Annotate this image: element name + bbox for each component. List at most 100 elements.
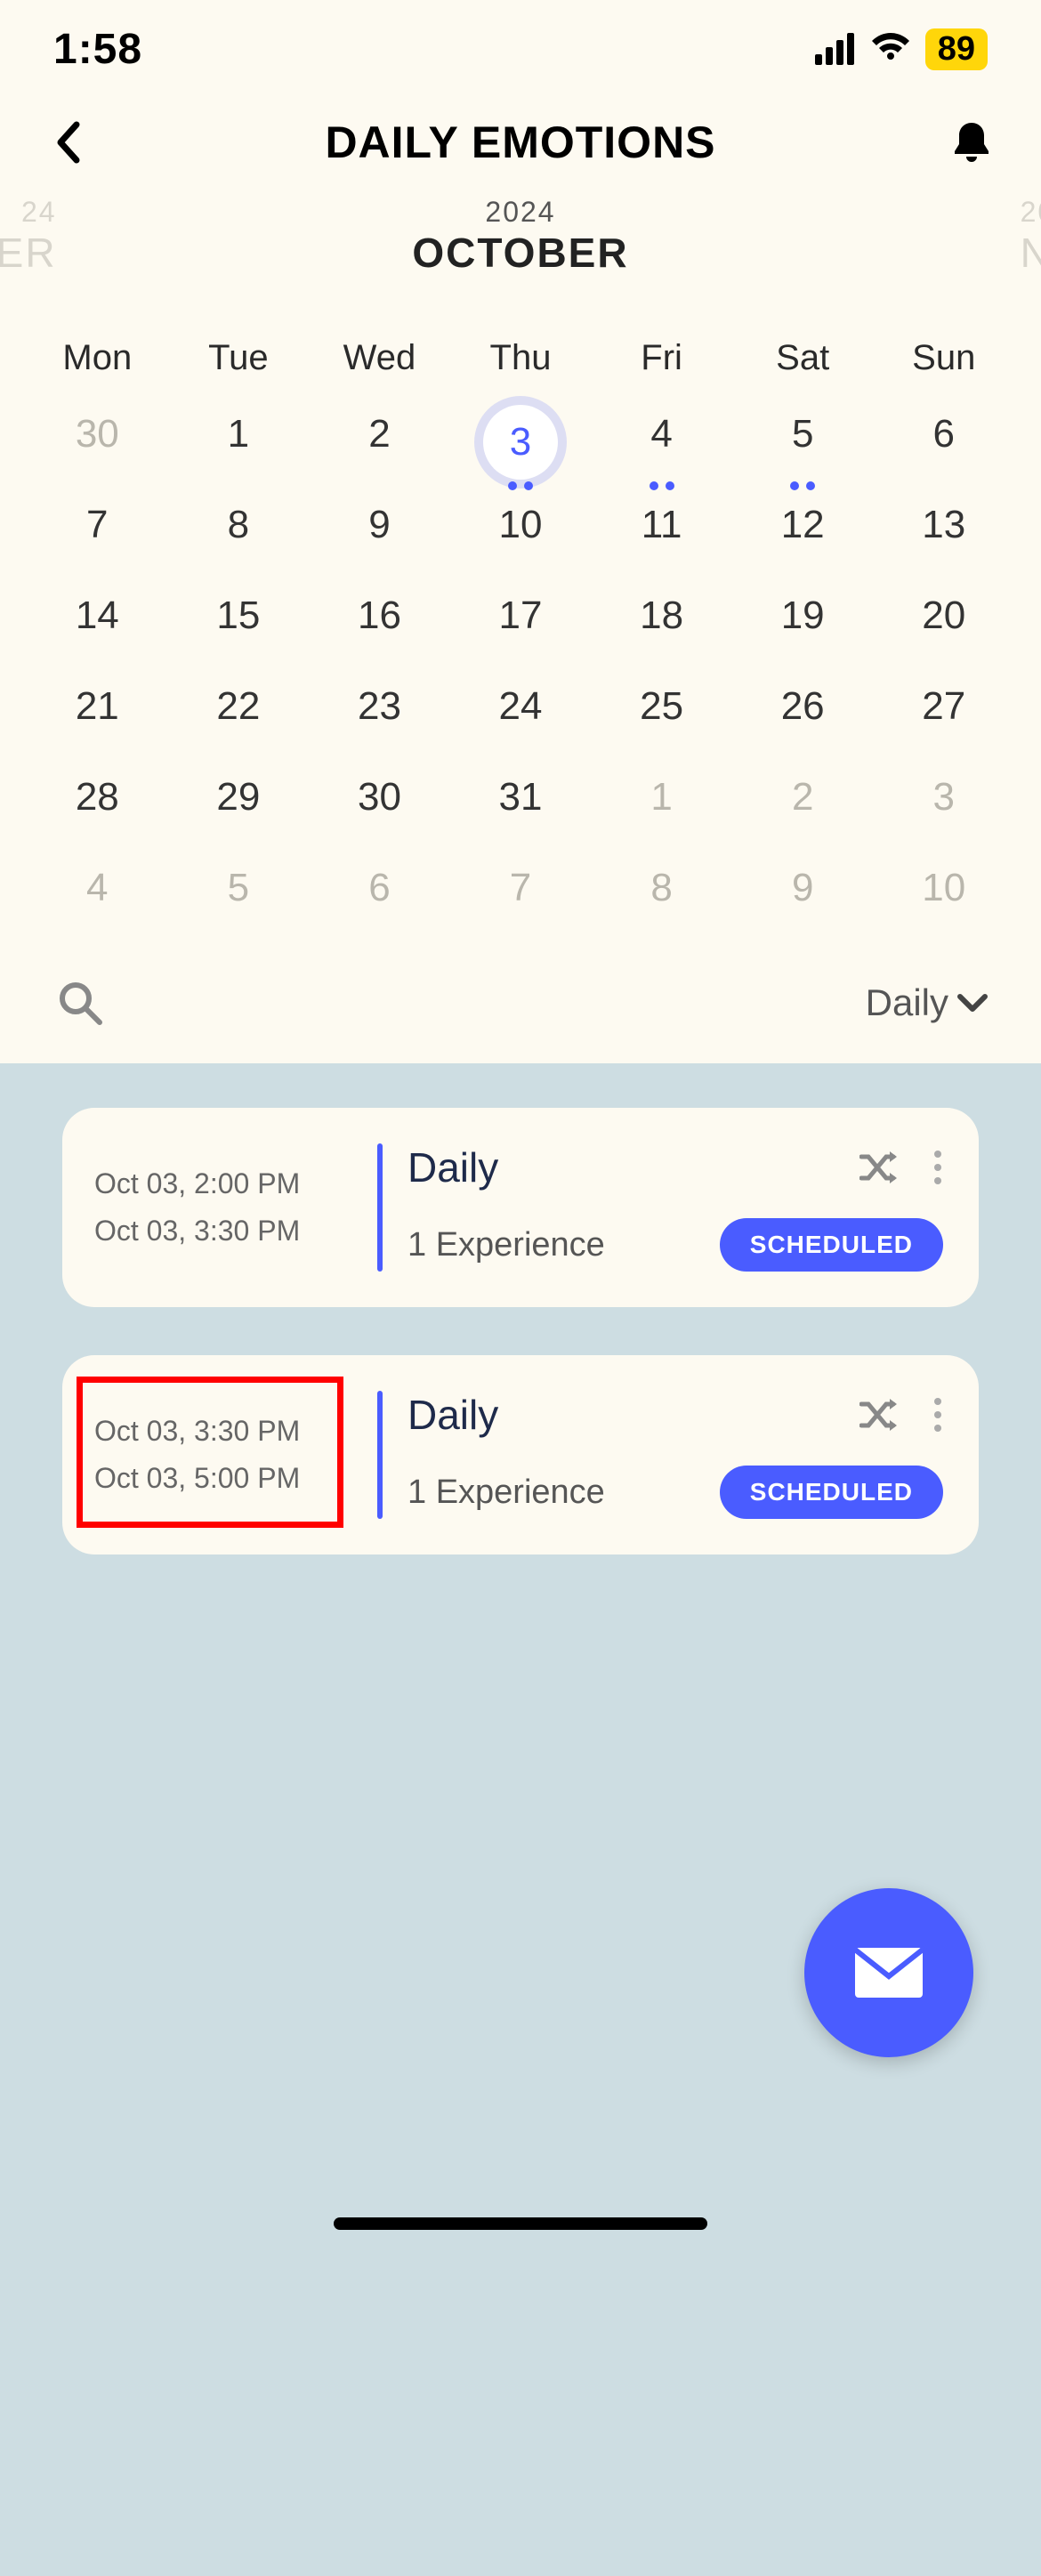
calendar-day[interactable]: 2	[732, 768, 874, 859]
more-icon[interactable]	[932, 1150, 943, 1185]
event-card[interactable]: Oct 03, 3:30 PMOct 03, 5:00 PM Daily 1 Exp…	[62, 1355, 979, 1554]
calendar-day[interactable]: 7	[450, 859, 592, 949]
day-number: 7	[510, 866, 531, 910]
chevron-down-icon	[957, 992, 988, 1013]
day-number: 28	[76, 775, 119, 820]
calendar-day[interactable]: 4	[591, 405, 732, 496]
day-number: 12	[781, 503, 825, 547]
divider	[377, 1143, 383, 1272]
day-number: 29	[216, 775, 260, 820]
day-number: 26	[781, 684, 825, 729]
calendar-day[interactable]: 8	[168, 496, 310, 586]
calendar-day[interactable]: 11	[591, 496, 732, 586]
prev-month[interactable]: 24 EMBER	[0, 196, 57, 277]
calendar-day[interactable]: 23	[309, 677, 450, 768]
calendar-day[interactable]: 2	[309, 405, 450, 496]
weekday-label: Mon	[27, 338, 168, 405]
calendar-day[interactable]: 6	[873, 405, 1014, 496]
status-badge: SCHEDULED	[720, 1466, 943, 1519]
event-body: Daily1 ExperienceSCHEDULED	[408, 1143, 943, 1272]
day-number: 4	[86, 866, 108, 910]
weekday-label: Sun	[873, 338, 1014, 405]
calendar-day[interactable]: 3	[873, 768, 1014, 859]
weekday-label: Wed	[309, 338, 450, 405]
calendar-day[interactable]: 25	[591, 677, 732, 768]
calendar-day[interactable]: 31	[450, 768, 592, 859]
calendar-day[interactable]: 16	[309, 586, 450, 677]
notifications-button[interactable]	[945, 116, 998, 169]
shuffle-icon[interactable]	[859, 1151, 897, 1183]
event-dots	[790, 481, 815, 490]
calendar-day[interactable]: 1	[168, 405, 310, 496]
calendar-day[interactable]: 29	[168, 768, 310, 859]
calendar-day[interactable]: 17	[450, 586, 592, 677]
calendar-day[interactable]: 9	[732, 859, 874, 949]
calendar-day[interactable]: 19	[732, 586, 874, 677]
calendar-day[interactable]: 15	[168, 586, 310, 677]
current-month: 2024 OCTOBER	[412, 196, 628, 277]
back-button[interactable]	[43, 116, 96, 169]
calendar-day[interactable]: 5	[168, 859, 310, 949]
next-month[interactable]: 20 NOVE	[1021, 196, 1041, 277]
event-title: Daily	[408, 1391, 498, 1439]
day-number: 17	[499, 594, 543, 638]
calendar-day[interactable]: 30	[27, 405, 168, 496]
search-button[interactable]	[53, 976, 107, 1030]
day-number: 15	[216, 594, 260, 638]
calendar-day[interactable]: 24	[450, 677, 592, 768]
day-number: 22	[216, 684, 260, 729]
calendar-day[interactable]: 22	[168, 677, 310, 768]
calendar-day[interactable]: 21	[27, 677, 168, 768]
month-scroller[interactable]: 24 EMBER 2024 OCTOBER 20 NOVE	[0, 196, 1041, 303]
status-bar: 1:58 89	[0, 0, 1041, 98]
calendar-day[interactable]: 3	[450, 405, 592, 496]
calendar-day[interactable]: 18	[591, 586, 732, 677]
day-number: 19	[781, 594, 825, 638]
calendar-day[interactable]: 13	[873, 496, 1014, 586]
day-number: 3	[933, 775, 955, 820]
events-panel: Oct 03, 2:00 PMOct 03, 3:30 PM Daily 1 Exp…	[0, 1063, 1041, 2576]
calendar-day[interactable]: 28	[27, 768, 168, 859]
day-number: 18	[640, 594, 683, 638]
weekday-label: Sat	[732, 338, 874, 405]
more-icon[interactable]	[932, 1397, 943, 1433]
event-body: Daily 1 Experience SCHEDULED	[408, 1391, 943, 1519]
calendar-day[interactable]: 10	[450, 496, 592, 586]
weekday-header: MonTueWedThuFriSatSun	[27, 338, 1014, 405]
calendar-day[interactable]: 7	[27, 496, 168, 586]
event-card[interactable]: Oct 03, 2:00 PMOct 03, 3:30 PMDaily1 Exp…	[62, 1108, 979, 1307]
calendar-day[interactable]: 5	[732, 405, 874, 496]
calendar-day[interactable]: 8	[591, 859, 732, 949]
status-badge: SCHEDULED	[720, 1218, 943, 1272]
calendar-day[interactable]: 12	[732, 496, 874, 586]
mail-icon	[853, 1946, 924, 1999]
calendar-day[interactable]: 1	[591, 768, 732, 859]
day-number: 21	[76, 684, 119, 729]
calendar-row: 30 1 234 5 6	[27, 405, 1014, 496]
day-number: 13	[922, 503, 965, 547]
day-number: 7	[86, 503, 108, 547]
day-number: 30	[76, 412, 119, 456]
event-times: Oct 03, 3:30 PMOct 03, 5:00 PM	[91, 1391, 352, 1519]
event-times: Oct 03, 2:00 PMOct 03, 3:30 PM	[91, 1143, 352, 1272]
compose-button[interactable]	[804, 1888, 973, 2057]
event-experience: 1 Experience	[408, 1226, 605, 1264]
view-selector[interactable]: Daily	[866, 981, 988, 1024]
calendar-day[interactable]: 14	[27, 586, 168, 677]
calendar-day[interactable]: 30	[309, 768, 450, 859]
event-experience: 1 Experience	[408, 1474, 605, 1512]
day-number: 30	[358, 775, 401, 820]
calendar-day[interactable]: 20	[873, 586, 1014, 677]
calendar-day[interactable]: 10	[873, 859, 1014, 949]
shuffle-icon[interactable]	[859, 1399, 897, 1431]
calendar-day[interactable]: 27	[873, 677, 1014, 768]
calendar-day[interactable]: 9	[309, 496, 450, 586]
day-number: 16	[358, 594, 401, 638]
calendar-day[interactable]: 26	[732, 677, 874, 768]
event-start: Oct 03, 3:30 PM	[94, 1415, 352, 1448]
calendar-day[interactable]: 4	[27, 859, 168, 949]
calendar-day[interactable]: 6	[309, 859, 450, 949]
day-number: 20	[922, 594, 965, 638]
day-number: 5	[792, 412, 813, 456]
day-number: 1	[228, 412, 249, 456]
